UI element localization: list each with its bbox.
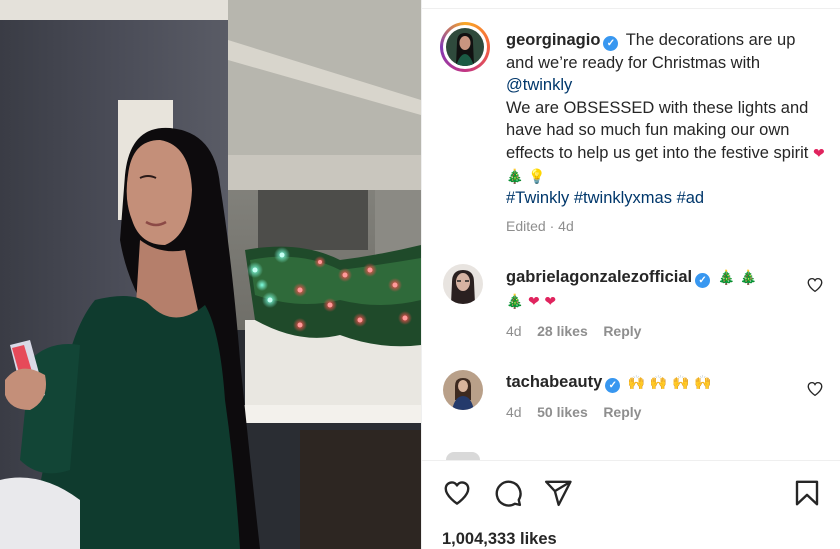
top-divider	[422, 0, 840, 9]
mention-link[interactable]: @twinkly	[506, 76, 572, 94]
tree-emoji-icon: 🎄	[506, 293, 524, 309]
heart-emoji-icon: ❤	[544, 293, 557, 309]
post-side-panel: georginagio ✓ The decorations are up and …	[421, 0, 840, 549]
edited-label: Edited	[506, 218, 546, 234]
meta-separator: ·	[549, 218, 555, 234]
raised-hands-emoji-icon: 🙌	[671, 374, 690, 390]
comment-meta: 4d 28 likes Reply	[506, 323, 641, 339]
post-age[interactable]: 4d	[558, 218, 574, 234]
comment-age[interactable]: 4d	[506, 404, 522, 420]
raised-hands-emoji-icon: 🙌	[693, 374, 712, 390]
bulb-emoji-icon: 💡	[528, 167, 546, 184]
bookmark-icon[interactable]	[792, 478, 822, 508]
hashtag-link[interactable]: #Twinkly	[506, 189, 569, 207]
comment-icon[interactable]	[493, 478, 523, 508]
share-icon[interactable]	[543, 478, 573, 508]
verified-badge-icon: ✓	[603, 36, 619, 51]
author-avatar-ring[interactable]	[440, 22, 490, 72]
author-username[interactable]: georginagio	[506, 31, 600, 49]
comment-avatar-partial	[446, 452, 480, 460]
author-avatar[interactable]	[446, 28, 484, 66]
tree-emoji-icon: 🎄	[717, 269, 736, 285]
comment-meta: 4d 50 likes Reply	[506, 404, 641, 420]
raised-hands-emoji-icon: 🙌	[627, 374, 646, 390]
post-media[interactable]	[0, 0, 421, 549]
heart-emoji-icon: ❤	[528, 293, 540, 309]
comment-username[interactable]: gabrielagonzalezofficial	[506, 268, 692, 286]
likes-count[interactable]: 1,004,333 likes	[442, 530, 557, 549]
caption-meta: Edited · 4d	[506, 218, 574, 234]
heart-icon[interactable]	[442, 478, 472, 508]
heart-emoji-icon: ❤	[812, 144, 825, 161]
post-caption: georginagio ✓ The decorations are up and …	[506, 29, 826, 210]
post-photo	[0, 0, 421, 549]
raised-hands-emoji-icon: 🙌	[649, 374, 668, 390]
comment-like-heart-icon[interactable]	[806, 380, 824, 398]
comment-body: tachabeauty ✓ 🙌 🙌 🙌 🙌	[506, 370, 806, 394]
reply-button[interactable]: Reply	[603, 404, 641, 420]
comment-likes[interactable]: 50 likes	[537, 404, 588, 420]
verified-badge-icon: ✓	[605, 378, 621, 393]
post-dialog: georginagio ✓ The decorations are up and …	[0, 0, 840, 549]
caption-text-2: We are OBSESSED with these lights and ha…	[506, 98, 809, 162]
comment-avatar[interactable]	[443, 264, 483, 304]
hashtag-link[interactable]: #ad	[677, 189, 705, 207]
tree-emoji-icon: 🎄	[739, 269, 758, 285]
tree-emoji-icon: 🎄	[506, 167, 524, 184]
comment-body: gabrielagonzalezofficial ✓ 🎄 🎄 🎄 ❤ ❤	[506, 265, 806, 313]
comment-avatar[interactable]	[443, 370, 483, 410]
actions-divider	[422, 460, 840, 461]
reply-button[interactable]: Reply	[603, 323, 641, 339]
comment-username[interactable]: tachabeauty	[506, 373, 602, 391]
verified-badge-icon: ✓	[695, 273, 711, 288]
comment-like-heart-icon[interactable]	[806, 276, 824, 294]
hashtag-link[interactable]: #twinklyxmas	[574, 189, 672, 207]
comment-age[interactable]: 4d	[506, 323, 522, 339]
comment-likes[interactable]: 28 likes	[537, 323, 588, 339]
